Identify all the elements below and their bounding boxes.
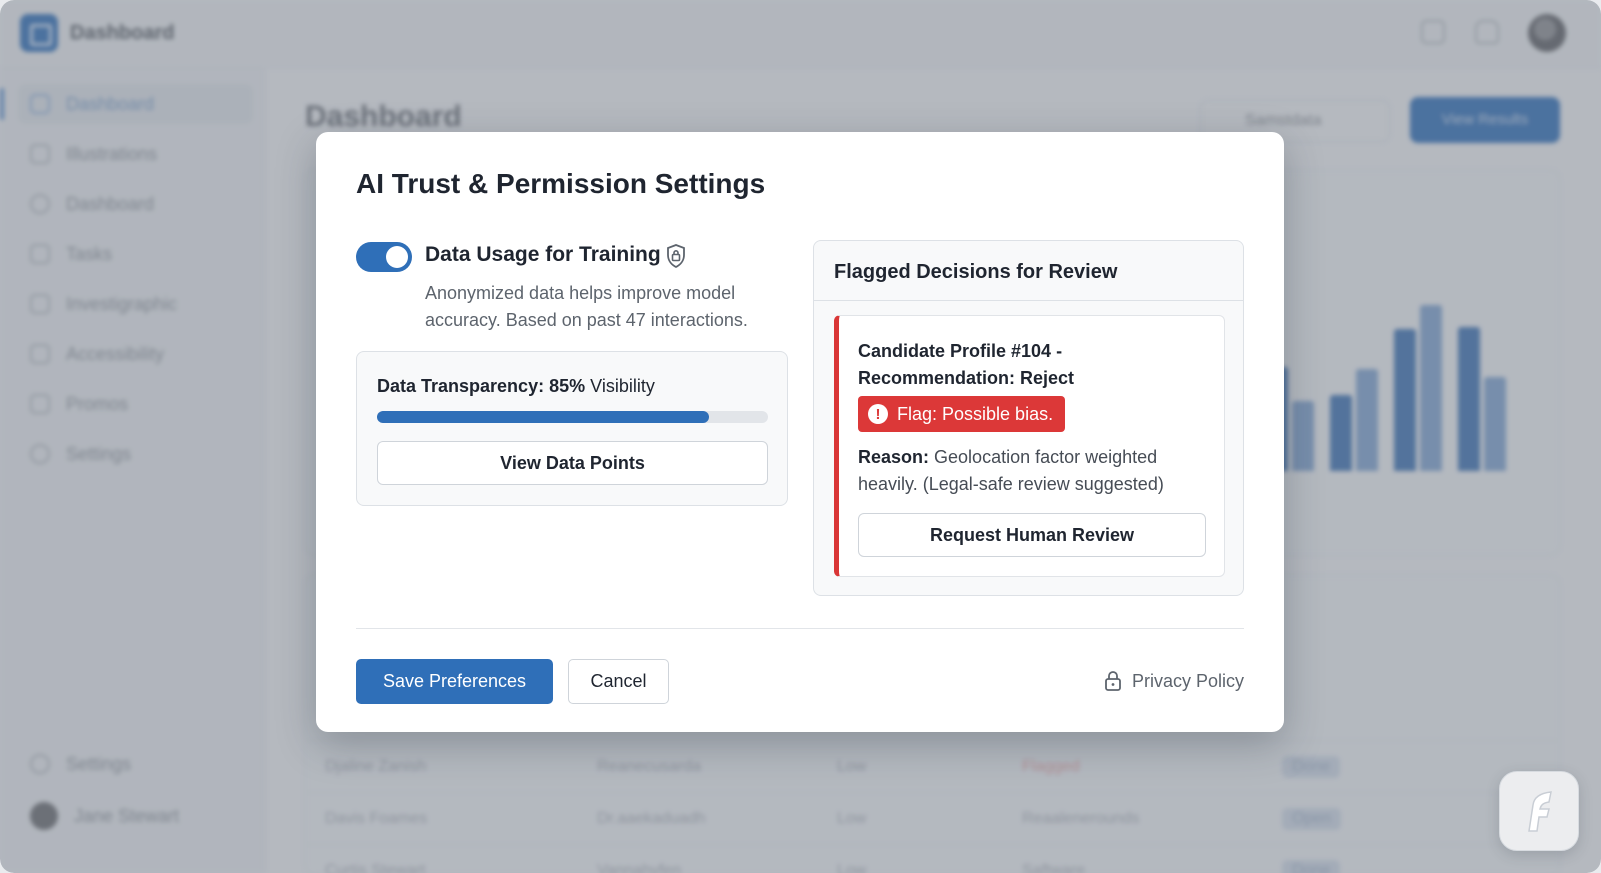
progress-fill bbox=[377, 411, 710, 423]
dialog-title: AI Trust & Permission Settings bbox=[356, 168, 766, 199]
transparency-progress-bar bbox=[377, 411, 768, 423]
flagged-decisions-panel: Flagged Decisions for Review Candidate P… bbox=[813, 240, 1244, 596]
ai-trust-settings-dialog: AI Trust & Permission Settings Data Usag… bbox=[316, 132, 1284, 732]
lock-icon bbox=[1105, 671, 1121, 691]
transparency-card: Data Transparency: 85% Visibility View D… bbox=[356, 351, 788, 506]
flag-text: Flag: Possible bias. bbox=[897, 403, 1054, 424]
save-preferences-button[interactable]: Save Preferences bbox=[356, 659, 553, 704]
reason-label: Reason: bbox=[858, 447, 930, 467]
transparency-label: Data Transparency: 85% Visibility bbox=[377, 376, 655, 397]
transparency-label-bold: Data Transparency: bbox=[377, 376, 545, 396]
flagged-decisions-header: Flagged Decisions for Review bbox=[814, 241, 1243, 301]
flagged-decision-card: Candidate Profile #104 - Recommendation:… bbox=[834, 315, 1225, 577]
cancel-button[interactable]: Cancel bbox=[568, 659, 669, 704]
assistant-logo-icon bbox=[1528, 791, 1552, 832]
request-human-review-button[interactable]: Request Human Review bbox=[858, 513, 1206, 557]
transparency-suffix: Visibility bbox=[590, 376, 655, 396]
data-usage-description: Anonymized data helps improve model accu… bbox=[425, 283, 748, 330]
privacy-policy-link[interactable]: Privacy Policy bbox=[1104, 670, 1244, 692]
alert-icon: ! bbox=[868, 404, 888, 424]
shield-lock-icon bbox=[667, 244, 685, 269]
assistant-widget-button[interactable] bbox=[1499, 771, 1579, 851]
toggle-knob bbox=[386, 246, 408, 268]
view-data-points-button[interactable]: View Data Points bbox=[377, 441, 768, 485]
footer-divider bbox=[356, 628, 1244, 629]
transparency-percent: 85% bbox=[549, 376, 586, 396]
data-usage-label: Data Usage for Training bbox=[425, 243, 661, 266]
data-usage-toggle[interactable] bbox=[356, 242, 412, 272]
bias-flag-badge: ! Flag: Possible bias. bbox=[858, 396, 1066, 432]
privacy-policy-label: Privacy Policy bbox=[1131, 670, 1244, 691]
candidate-title: Candidate Profile #104 - Recommendation:… bbox=[858, 341, 1075, 388]
flag-reason: Reason: Geolocation factor weighted heav… bbox=[858, 444, 1213, 498]
